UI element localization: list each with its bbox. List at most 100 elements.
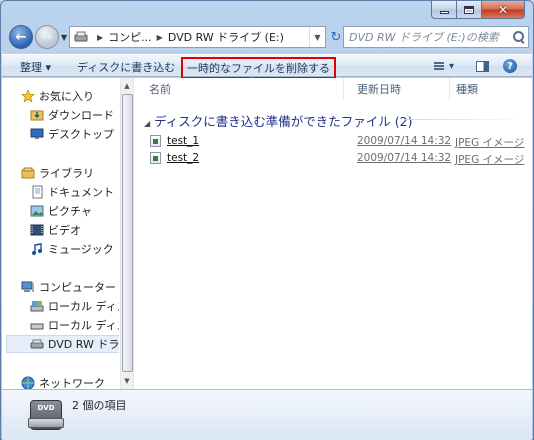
search-input[interactable]: DVD RW ドライブ (E:)の検索 [349, 29, 510, 45]
column-label: 種類 [456, 83, 478, 96]
maximize-icon [464, 5, 474, 14]
help-button[interactable]: ? [502, 58, 518, 74]
nav-label: ダウンロード [48, 109, 114, 122]
view-icon [433, 61, 444, 71]
nav-documents[interactable]: ドキュメント [30, 183, 114, 201]
nav-label: デスクトップ [48, 128, 114, 141]
preview-pane-icon [475, 60, 489, 72]
file-name[interactable]: test_2 [167, 152, 199, 164]
videos-icon [30, 224, 44, 236]
nav-dvd-drive[interactable]: DVD RW ドライ [6, 335, 119, 353]
preview-pane-button[interactable] [474, 58, 490, 74]
close-icon: ✕ [497, 2, 509, 17]
forward-arrow-icon: → [41, 29, 53, 45]
nav-label: ローカル ディス [48, 319, 119, 332]
file-row[interactable]: test_1 2009/07/14 14:32 JPEG イメージ [150, 133, 524, 149]
breadcrumb-chevron-icon[interactable]: ▶ [97, 33, 103, 42]
downloads-folder-icon [30, 110, 44, 121]
close-button[interactable]: ✕ [482, 1, 525, 19]
nav-label: コンピューター [39, 281, 116, 294]
nav-label: ネットワーク [39, 377, 105, 389]
maximize-button[interactable] [457, 1, 482, 19]
nav-computer[interactable]: コンピューター [21, 278, 116, 296]
nav-label: ローカル ディス [48, 300, 119, 313]
collapse-group-icon[interactable]: ◢ [144, 119, 150, 128]
file-name[interactable]: test_1 [167, 135, 199, 147]
jpeg-file-icon [150, 135, 161, 147]
column-header-modified[interactable]: 更新日時 [352, 78, 450, 100]
nav-network[interactable]: ネットワーク [21, 374, 105, 389]
file-date: 2009/07/14 14:32 [357, 152, 452, 164]
nav-label: お気に入り [39, 90, 94, 103]
nav-desktop[interactable]: デスクトップ [30, 125, 114, 143]
recent-pages-dropdown[interactable]: ▼ [61, 33, 67, 42]
back-button[interactable]: ← [9, 25, 33, 49]
pictures-icon [30, 205, 44, 217]
burn-to-disc-button[interactable]: ディスクに書き込む [77, 59, 175, 75]
organize-button[interactable]: 整理 ▾ [20, 59, 51, 75]
help-icon: ? [503, 59, 517, 73]
refresh-button[interactable]: ↻ [328, 26, 344, 48]
nav-label: ドキュメント [48, 186, 114, 199]
refresh-icon: ↻ [330, 29, 342, 45]
documents-icon [32, 185, 43, 199]
nav-label: ピクチャ [48, 205, 92, 218]
command-bar: 整理 ▾ ディスクに書き込む 一時的なファイルを削除する ▾ ? [2, 54, 532, 79]
dvd-drive-icon [30, 339, 44, 349]
column-header-name[interactable]: 名前 [144, 78, 344, 100]
star-icon [21, 89, 35, 103]
item-count: 2 個の項目 [72, 399, 127, 412]
change-view-button[interactable]: ▾ [430, 58, 458, 74]
library-icon [21, 167, 35, 179]
nav-libraries[interactable]: ライブラリ [21, 164, 94, 182]
network-icon [21, 376, 35, 389]
back-arrow-icon: ← [15, 29, 27, 45]
search-icon[interactable] [510, 28, 528, 46]
nav-music[interactable]: ミュージック [30, 240, 114, 258]
scroll-thumb[interactable] [122, 94, 133, 372]
address-history-dropdown[interactable]: ▼ [309, 27, 325, 47]
file-date: 2009/07/14 14:32 [357, 135, 452, 147]
group-title: ディスクに書き込む準備ができたファイル (2) [154, 114, 413, 129]
details-pane: DVD 2 個の項目 [2, 389, 532, 440]
nav-local-disk-c[interactable]: ローカル ディス [30, 297, 119, 315]
nav-videos[interactable]: ビデオ [30, 221, 81, 239]
nav-downloads[interactable]: ダウンロード [30, 106, 114, 124]
nav-label: DVD RW ドライ [48, 338, 119, 351]
explorer-window: ✕ ← → ▼ ▶ コンピ... ▶ DVD RW ドライブ (E:) ▼ ↻ … [0, 0, 534, 440]
navigation-bar: ← → ▼ ▶ コンピ... ▶ DVD RW ドライブ (E:) ▼ ↻ DV… [7, 25, 529, 51]
column-label: 名前 [149, 83, 171, 96]
delete-temporary-files-button[interactable]: 一時的なファイルを削除する [181, 57, 336, 79]
address-bar[interactable]: ▶ コンピ... ▶ DVD RW ドライブ (E:) ▼ [69, 26, 326, 48]
file-type: JPEG イメージ [455, 154, 525, 166]
scroll-down-icon[interactable]: ▼ [121, 374, 133, 388]
jpeg-file-icon [150, 152, 161, 164]
nav-label: ビデオ [48, 224, 81, 237]
scroll-up-icon[interactable]: ▲ [121, 79, 133, 93]
nav-label: ミュージック [48, 243, 114, 256]
navigation-pane: お気に入り ダウンロード デスクトップ ライブラリ ドキュメント ピクチャ ビデ… [2, 78, 119, 389]
group-divider [404, 119, 527, 120]
nav-favorites[interactable]: お気に入り [21, 87, 94, 105]
music-icon [32, 243, 42, 255]
main-content: お気に入り ダウンロード デスクトップ ライブラリ ドキュメント ピクチャ ビデ… [2, 75, 534, 389]
navigation-scrollbar[interactable]: ▲ ▼ [120, 78, 133, 389]
desktop-icon [30, 128, 44, 139]
breadcrumb-dvd-drive[interactable]: DVD RW ドライブ (E:) [168, 29, 284, 45]
nav-label: ライブラリ [39, 167, 94, 180]
column-header-type[interactable]: 種類 [451, 78, 534, 100]
minimize-button[interactable] [431, 1, 457, 19]
file-row[interactable]: test_2 2009/07/14 14:32 JPEG イメージ [150, 150, 524, 166]
nav-pictures[interactable]: ピクチャ [30, 202, 92, 220]
file-list: ^ 名前 更新日時 種類 ◢ ディスクに書き込む準備ができたファイル (2) te… [134, 75, 534, 389]
group-header[interactable]: ◢ ディスクに書き込む準備ができたファイル (2) [144, 111, 412, 130]
file-type: JPEG イメージ [455, 137, 525, 149]
breadcrumb-computer[interactable]: コンピ... [108, 29, 152, 45]
dvd-drive-icon [74, 31, 88, 42]
search-box[interactable]: DVD RW ドライブ (E:)の検索 [343, 26, 529, 48]
forward-button[interactable]: → [35, 25, 59, 49]
breadcrumb-chevron-icon[interactable]: ▶ [157, 33, 163, 42]
minimize-icon [439, 11, 449, 14]
nav-local-disk[interactable]: ローカル ディス [30, 316, 119, 334]
computer-icon [21, 281, 34, 292]
